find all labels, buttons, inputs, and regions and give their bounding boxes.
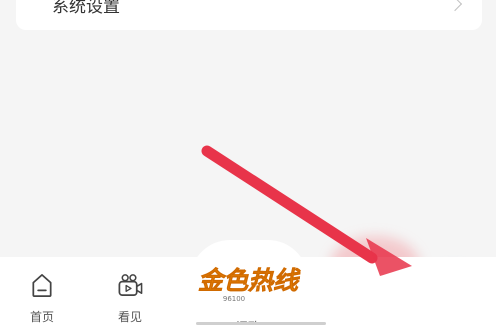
tab-home-label: 首页 — [29, 310, 54, 324]
system-settings-label: 系统设置 — [52, 0, 120, 17]
video-camera-icon — [118, 274, 143, 297]
tab-watch-label: 看见 — [117, 310, 142, 324]
tab-watch[interactable]: 看见 — [106, 257, 154, 325]
golden-hotline-logo[interactable]: 金色热线 96100 — [188, 263, 308, 303]
home-icon — [32, 274, 52, 297]
logo-main-text: 金色热线 — [198, 266, 301, 295]
logo-sub-text: 96100 — [223, 295, 245, 303]
tab-home[interactable]: 首页 — [18, 257, 66, 325]
system-settings-row[interactable]: 系统设置 — [16, 0, 482, 30]
chevron-right-icon — [447, 0, 463, 12]
